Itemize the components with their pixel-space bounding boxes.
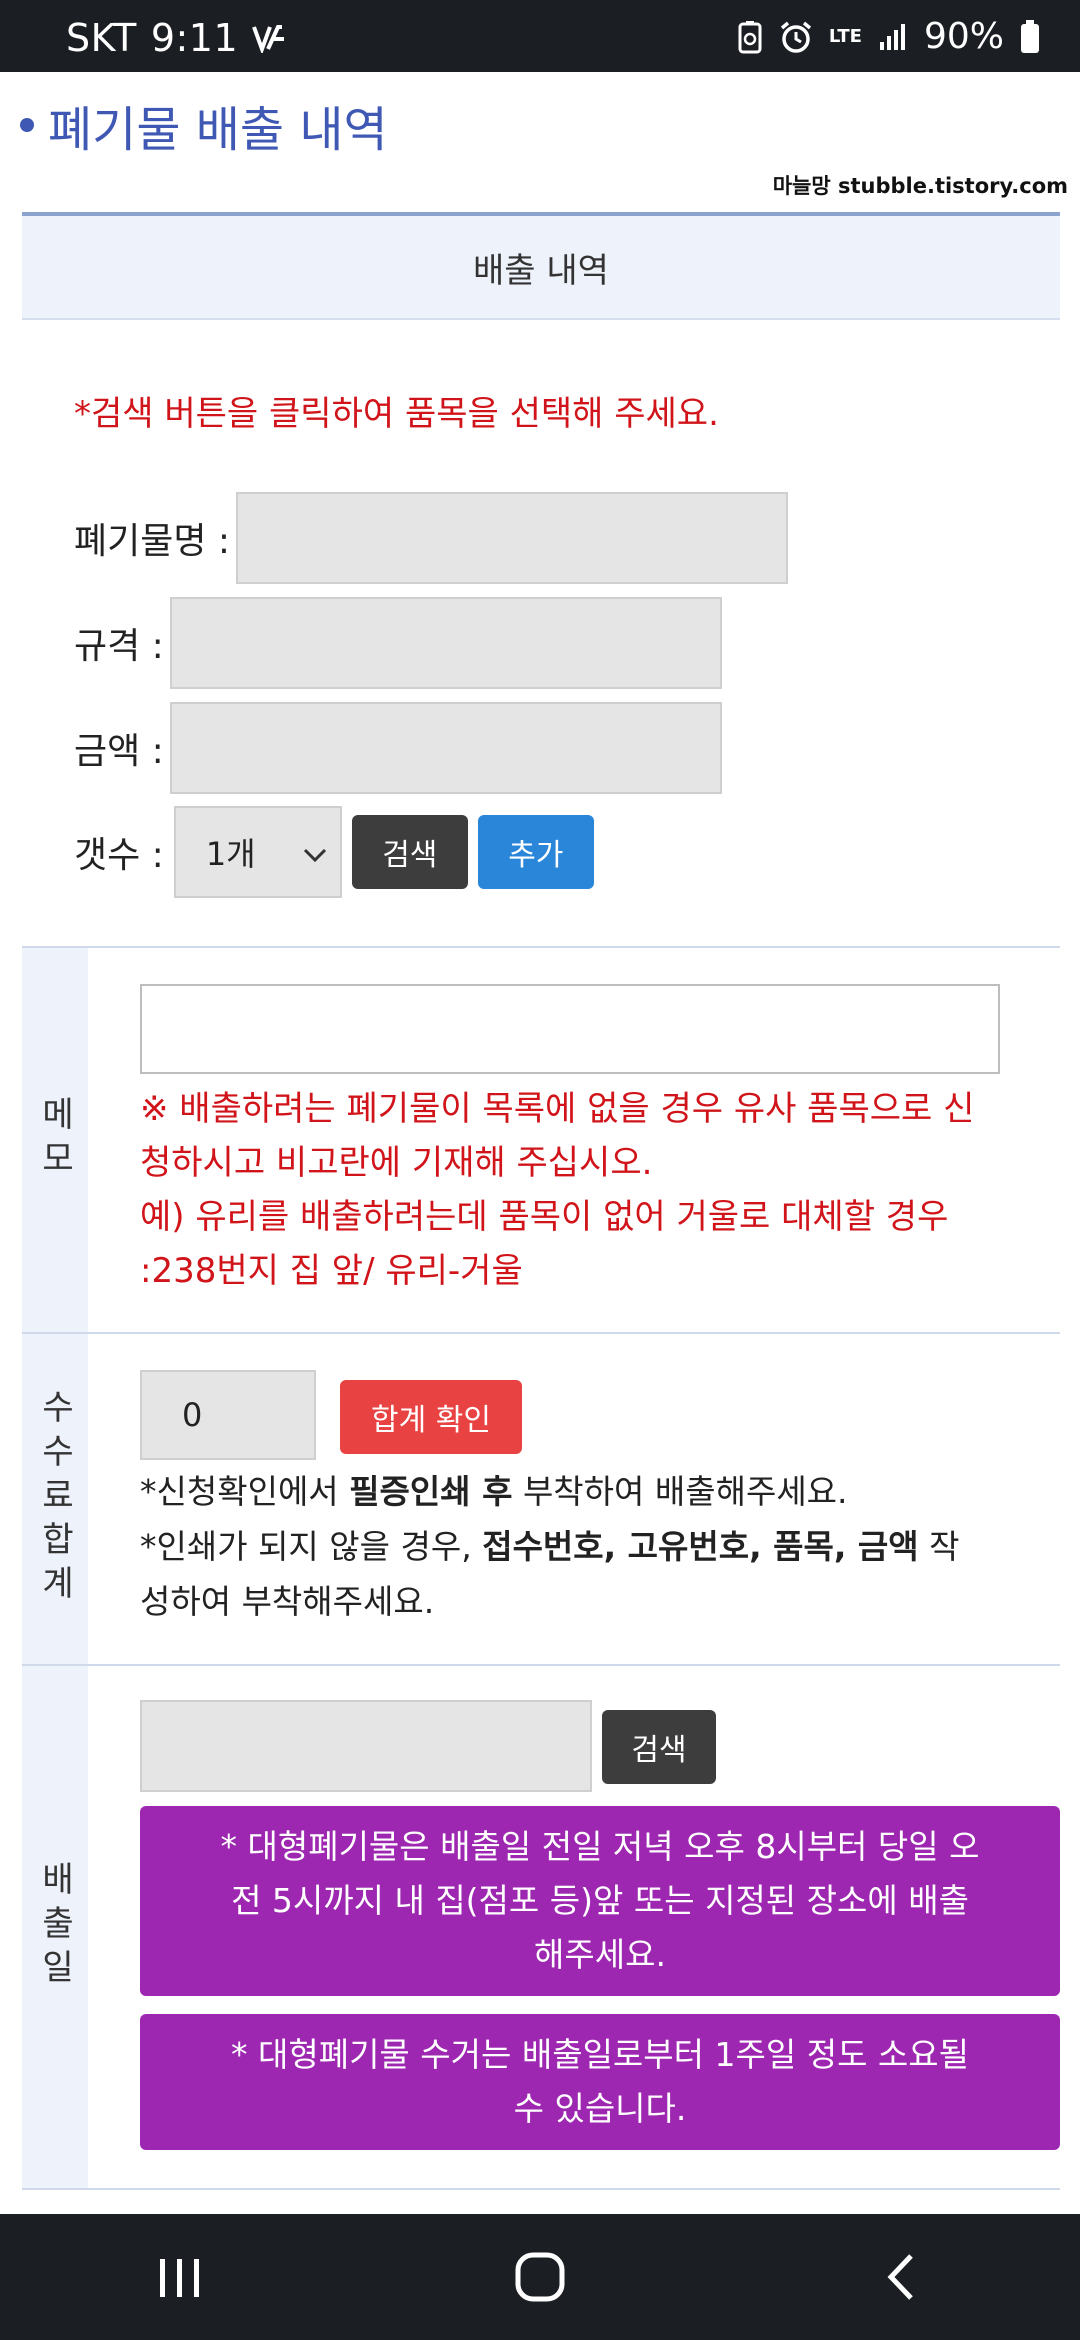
waste-name-label: 폐기물명 : xyxy=(74,521,231,562)
add-button[interactable]: 추가 xyxy=(477,815,594,889)
battery-percent: 90% xyxy=(923,16,1004,57)
watermark: 마늘망 stubble.tistory.com xyxy=(772,174,1068,198)
date-label-cell: 배출일 xyxy=(22,1666,88,2188)
fee-line2-text: *인쇄가 되지 않을 경우, xyxy=(140,1527,483,1566)
date-content: 검색 * 대형폐기물은 배출일 전일 저녁 오후 8시부터 당일 오 전 5시까… xyxy=(140,1666,1060,2188)
system-nav-bar xyxy=(0,2214,1080,2340)
memo-input[interactable] xyxy=(140,984,1000,1074)
item-search-button-label: 검색 xyxy=(382,838,438,873)
count-row: 갯수 : 1개 검색 추가 xyxy=(74,806,594,898)
waste-name-row: 폐기물명 : xyxy=(74,492,789,584)
carrier-label: SKT xyxy=(66,16,137,60)
spec-field[interactable] xyxy=(169,597,722,689)
status-bar: SKT 9:11 LTE 90% xyxy=(0,0,1080,72)
count-label: 갯수 : xyxy=(74,835,164,876)
memo-note: ※ 배출하려는 폐기물이 목록에 없을 경우 유사 품목으로 신 청하시고 비고… xyxy=(140,1082,1060,1298)
memo-row: 메모 ※ 배출하려는 폐기물이 목록에 없을 경우 유사 품목으로 신 청하시고… xyxy=(22,948,1060,1334)
fee-total-value: 0 xyxy=(182,1396,203,1434)
chevron-down-icon xyxy=(302,833,328,871)
date-notice-line: 수 있습니다. xyxy=(513,2089,687,2128)
fee-instruction-line: *신청확인에서 필증인쇄 후 부착하여 배출해주세요. xyxy=(140,1464,1060,1519)
fee-line2-bold: 접수번호, 고유번호, 품목, 금액 xyxy=(482,1527,919,1566)
date-search-button[interactable]: 검색 xyxy=(602,1710,716,1784)
memo-label: 메모 xyxy=(34,1096,75,1184)
fee-instruction-line: 성하여 부착해주세요. xyxy=(140,1582,435,1621)
memo-content: ※ 배출하려는 폐기물이 목록에 없을 경우 유사 품목으로 신 청하시고 비고… xyxy=(140,948,1060,1332)
fee-row: 수수료합계 0 합계 확인 *신청확인에서 필증인쇄 후 부착하여 배출해주세요… xyxy=(22,1334,1060,1666)
lte-icon: LTE xyxy=(828,25,862,47)
section-header-text: 배출 내역 xyxy=(473,250,609,291)
clock: 9:11 xyxy=(150,16,239,60)
fee-instructions: *신청확인에서 필증인쇄 후 부착하여 배출해주세요. *인쇄가 되지 않을 경… xyxy=(140,1464,1060,1629)
date-row: 배출일 검색 * 대형폐기물은 배출일 전일 저녁 오후 8시부터 당일 오 전… xyxy=(22,1666,1060,2190)
spec-label: 규격 : xyxy=(74,626,164,667)
fee-confirm-button-label: 합계 확인 xyxy=(371,1403,491,1438)
status-right: LTE 90% xyxy=(737,16,1040,57)
fee-confirm-button[interactable]: 합계 확인 xyxy=(340,1380,522,1454)
memo-note-line: 예) 유리를 배출하려는데 품목이 없어 거울로 대체할 경우 xyxy=(140,1197,949,1237)
fee-line2-text-end: 작 xyxy=(918,1527,960,1566)
page-title: 폐기물 배출 내역 xyxy=(20,90,388,160)
fee-line1-bold: 필증인쇄 후 xyxy=(349,1472,513,1511)
recents-icon[interactable] xyxy=(140,2237,220,2317)
memo-note-line: ※ 배출하려는 폐기물이 목록에 없을 경우 유사 품목으로 신 xyxy=(140,1089,975,1129)
back-icon[interactable] xyxy=(860,2237,940,2317)
page-title-text: 폐기물 배출 내역 xyxy=(48,102,388,158)
waste-name-field[interactable] xyxy=(236,492,789,584)
add-button-label: 추가 xyxy=(508,838,564,873)
count-select-value: 1개 xyxy=(205,835,256,873)
recycle-icon xyxy=(737,20,763,54)
fee-line1-text: *신청확인에서 xyxy=(140,1472,350,1511)
date-field[interactable] xyxy=(140,1700,592,1792)
amount-label: 금액 : xyxy=(74,731,164,772)
amount-row: 금액 : xyxy=(74,702,722,794)
date-notice-1: * 대형폐기물은 배출일 전일 저녁 오후 8시부터 당일 오 전 5시까지 내… xyxy=(140,1806,1060,1996)
bullet-dot xyxy=(20,118,34,132)
memo-label-cell: 메모 xyxy=(22,948,88,1332)
signal-icon xyxy=(878,22,908,52)
lte-label: LTE xyxy=(828,25,862,47)
date-notice-line: 전 5시까지 내 집(점포 등)앞 또는 지정된 장소에 배출 xyxy=(231,1881,969,1920)
date-notice-line: * 대형폐기물 수거는 배출일로부터 1주일 정도 소요될 xyxy=(231,2035,969,2074)
date-notice-line: 해주세요. xyxy=(534,1935,666,1974)
item-search-button[interactable]: 검색 xyxy=(351,815,468,889)
spec-row: 규격 : xyxy=(74,597,722,689)
fee-content: 0 합계 확인 *신청확인에서 필증인쇄 후 부착하여 배출해주세요. *인쇄가… xyxy=(140,1334,1060,1664)
home-icon[interactable] xyxy=(500,2237,580,2317)
count-select[interactable]: 1개 xyxy=(173,806,342,898)
memo-note-line: :238번지 집 앞/ 유리-거울 xyxy=(140,1251,523,1291)
battery-icon xyxy=(1020,19,1040,54)
date-search-button-label: 검색 xyxy=(631,1733,687,1768)
fee-total-field[interactable]: 0 xyxy=(140,1370,316,1460)
fee-instruction-line: *인쇄가 되지 않을 경우, 접수번호, 고유번호, 품목, 금액 작 xyxy=(140,1519,1060,1574)
fee-label-cell: 수수료합계 xyxy=(22,1334,88,1664)
vpn-icon xyxy=(252,23,286,53)
date-notice-line: * 대형폐기물은 배출일 전일 저녁 오후 8시부터 당일 오 xyxy=(220,1827,980,1866)
amount-field[interactable] xyxy=(169,702,722,794)
date-label: 배출일 xyxy=(34,1861,75,1993)
status-left: SKT 9:11 xyxy=(66,16,286,60)
memo-note-line: 청하시고 비고란에 기재해 주십시오. xyxy=(140,1143,653,1183)
date-notice-2: * 대형폐기물 수거는 배출일로부터 1주일 정도 소요될 수 있습니다. xyxy=(140,2014,1060,2150)
section-header: 배출 내역 xyxy=(22,212,1060,320)
fee-label: 수수료합계 xyxy=(34,1389,75,1609)
search-notice: *검색 버튼을 클릭하여 품목을 선택해 주세요. xyxy=(74,394,719,434)
fee-line1-text-end: 부착하여 배출해주세요. xyxy=(512,1472,848,1511)
alarm-icon xyxy=(779,20,813,54)
